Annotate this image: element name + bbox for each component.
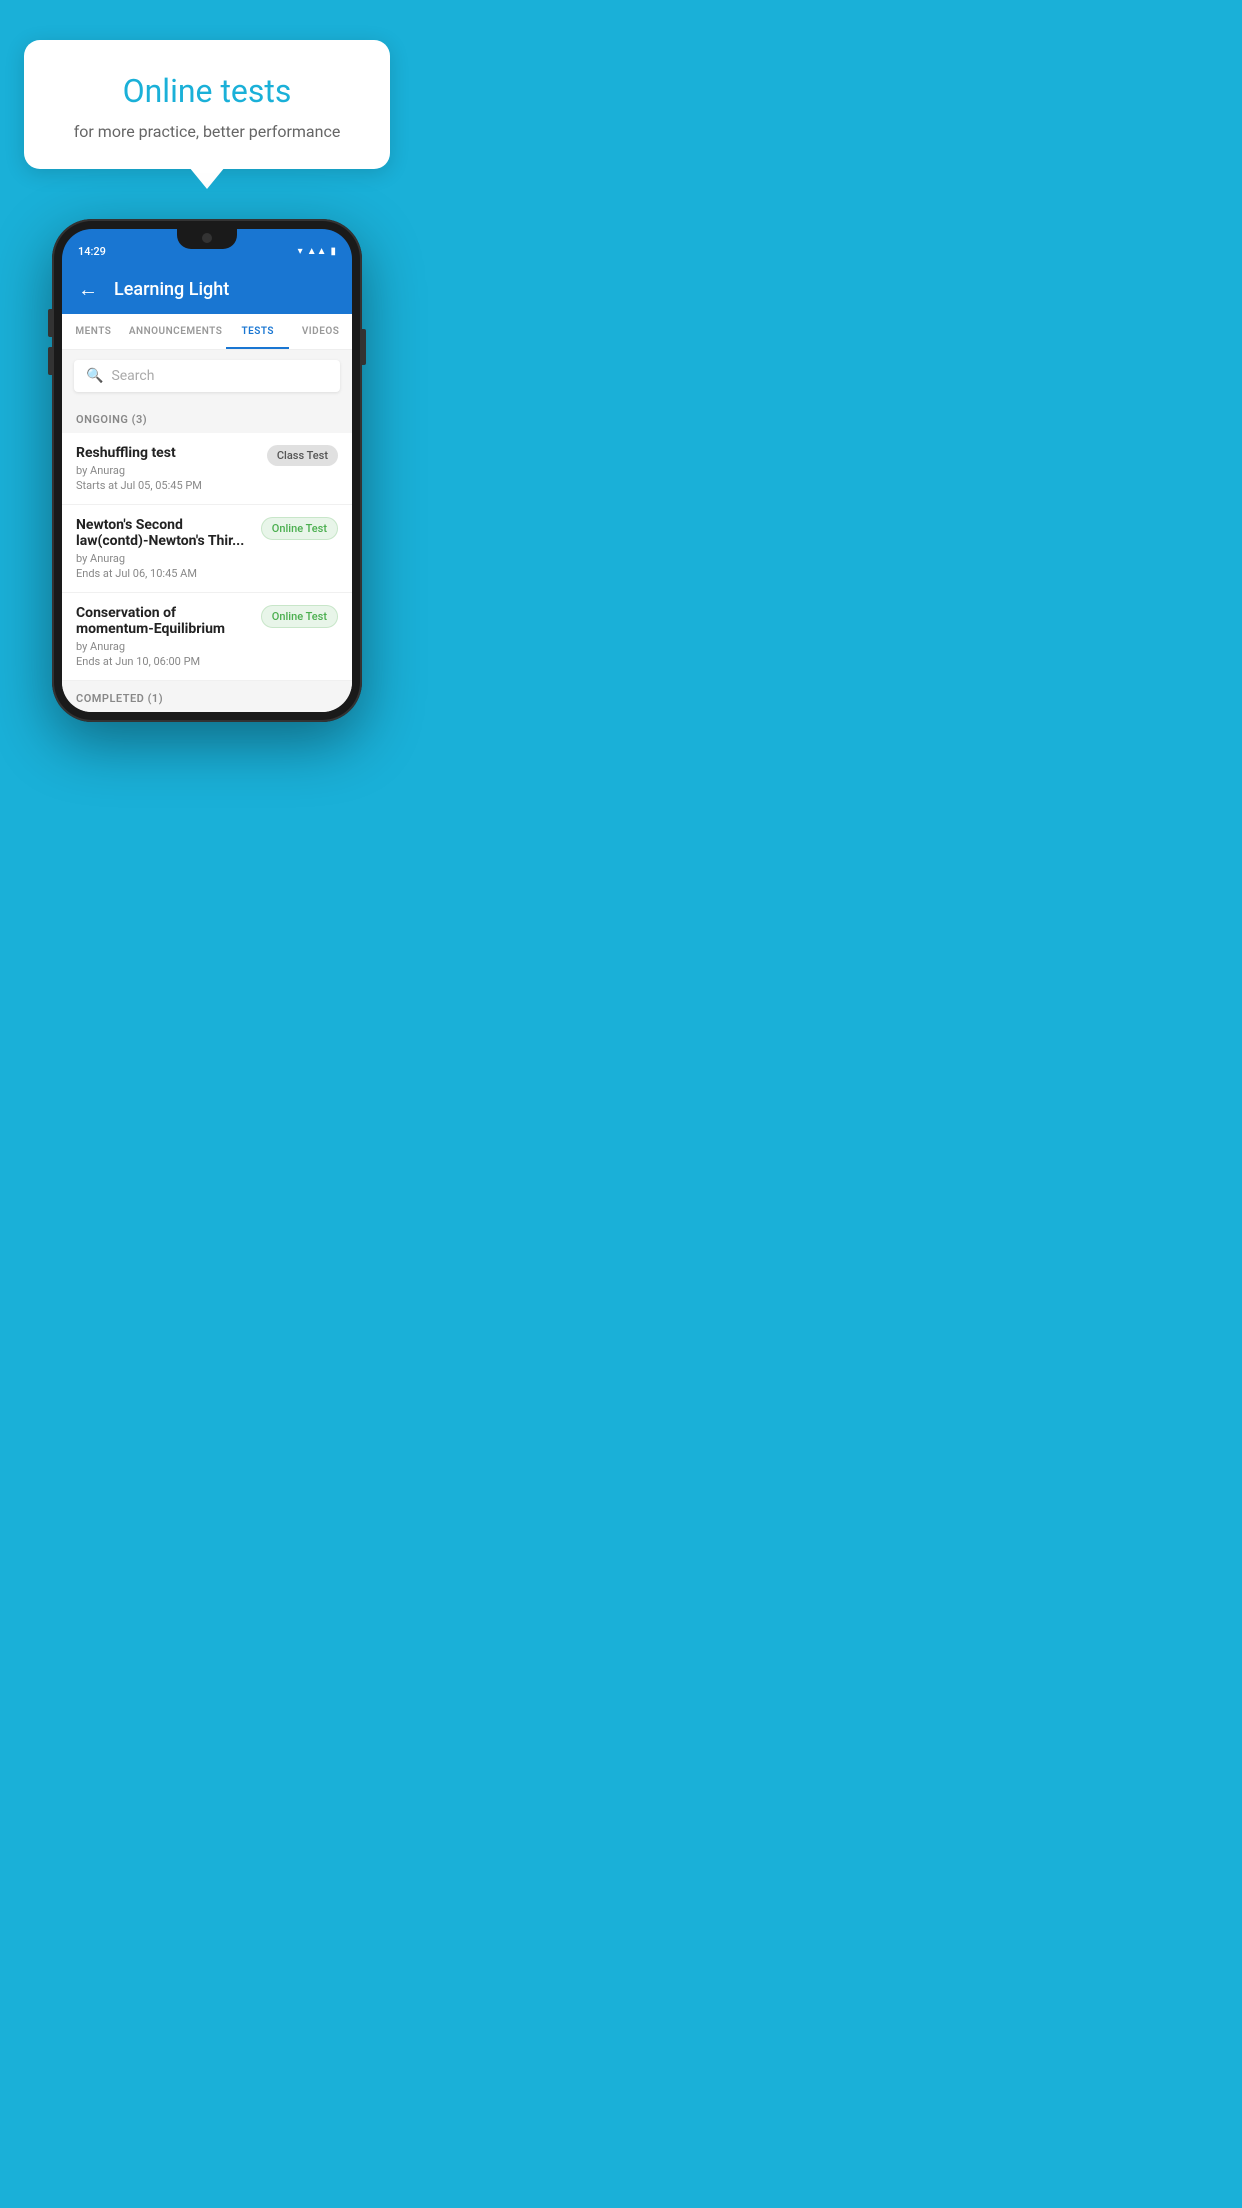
test-badge-class: Class Test — [267, 445, 338, 466]
ongoing-section-header: ONGOING (3) — [62, 402, 352, 433]
app-toolbar: ← Learning Light — [62, 265, 352, 314]
test-badge-online: Online Test — [261, 517, 338, 540]
search-box[interactable]: 🔍 Search — [74, 360, 340, 392]
search-icon: 🔍 — [86, 368, 103, 384]
speech-bubble: Online tests for more practice, better p… — [24, 40, 390, 169]
tab-announcements[interactable]: ANNOUNCEMENTS — [125, 314, 227, 349]
wifi-icon: ▾ — [298, 246, 303, 257]
test-author: by Anurag — [76, 640, 251, 653]
test-info: Conservation of momentum-Equilibrium by … — [76, 605, 251, 668]
status-time: 14:29 — [78, 245, 106, 258]
test-time: Ends at Jul 06, 10:45 AM — [76, 567, 251, 580]
test-info: Newton's Second law(contd)-Newton's Thir… — [76, 517, 251, 580]
toolbar-title: Learning Light — [114, 279, 229, 300]
test-name: Reshuffling test — [76, 445, 257, 461]
ongoing-label: ONGOING (3) — [76, 413, 147, 426]
status-icons: ▾ ▲▲ ▮ — [298, 246, 336, 257]
status-bar: 14:29 ▾ ▲▲ ▮ — [62, 229, 352, 265]
bubble-title: Online tests — [48, 72, 366, 110]
tab-ments[interactable]: MENTS — [62, 314, 125, 349]
search-input[interactable]: Search — [111, 368, 154, 384]
app-screen: ← Learning Light MENTS ANNOUNCEMENTS TES… — [62, 265, 352, 712]
tab-tests[interactable]: TESTS — [226, 314, 289, 349]
signal-icon: ▲▲ — [307, 246, 327, 257]
test-author: by Anurag — [76, 552, 251, 565]
phone-notch — [177, 229, 237, 249]
search-container: 🔍 Search — [62, 350, 352, 402]
test-item-reshuffling[interactable]: Reshuffling test by Anurag Starts at Jul… — [62, 433, 352, 505]
test-time: Starts at Jul 05, 05:45 PM — [76, 479, 257, 492]
test-item-newton[interactable]: Newton's Second law(contd)-Newton's Thir… — [62, 505, 352, 593]
phone-mockup: 14:29 ▾ ▲▲ ▮ ← Learning Light MENTS ANNO… — [52, 219, 362, 722]
vol-down-button — [48, 347, 52, 375]
tab-videos[interactable]: VIDEOS — [289, 314, 352, 349]
bubble-subtitle: for more practice, better performance — [48, 122, 366, 141]
test-name: Newton's Second law(contd)-Newton's Thir… — [76, 517, 251, 549]
promo-section: Online tests for more practice, better p… — [0, 0, 414, 169]
tabs-bar: MENTS ANNOUNCEMENTS TESTS VIDEOS — [62, 314, 352, 350]
completed-label: COMPLETED (1) — [76, 692, 163, 705]
test-author: by Anurag — [76, 464, 257, 477]
front-camera — [202, 233, 212, 243]
test-info: Reshuffling test by Anurag Starts at Jul… — [76, 445, 257, 492]
battery-icon: ▮ — [330, 246, 336, 257]
test-name: Conservation of momentum-Equilibrium — [76, 605, 251, 637]
vol-up-button — [48, 309, 52, 337]
test-badge-online-2: Online Test — [261, 605, 338, 628]
power-button — [362, 329, 366, 365]
test-item-conservation[interactable]: Conservation of momentum-Equilibrium by … — [62, 593, 352, 681]
completed-section-header: COMPLETED (1) — [62, 681, 352, 712]
back-button[interactable]: ← — [78, 277, 98, 302]
test-time: Ends at Jun 10, 06:00 PM — [76, 655, 251, 668]
